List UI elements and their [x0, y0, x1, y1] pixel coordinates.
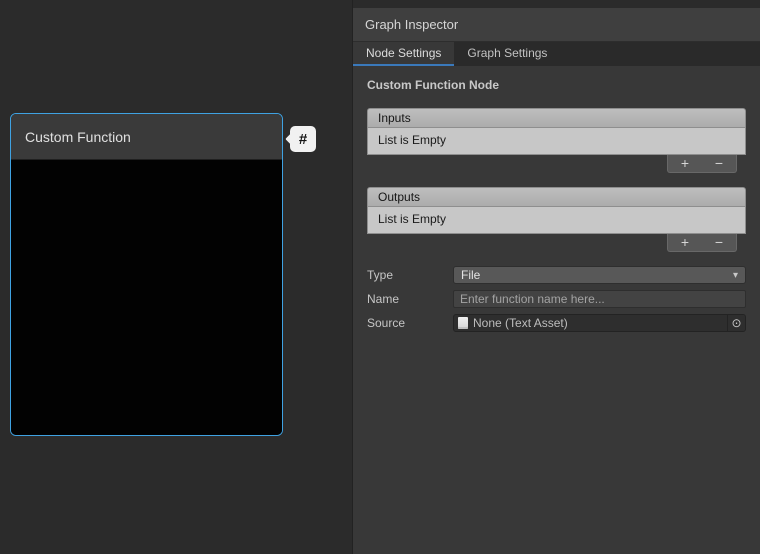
tab-bar: Node Settings Graph Settings [353, 42, 760, 66]
inputs-empty-row: List is Empty [368, 132, 745, 149]
inputs-list-footer: + − [367, 155, 746, 174]
add-input-button[interactable]: + [671, 156, 699, 171]
outputs-list-body: List is Empty [367, 207, 746, 234]
type-dropdown-value: File [461, 268, 733, 282]
type-field-row: Type File ▾ [367, 266, 746, 284]
chevron-down-icon: ▾ [733, 270, 738, 281]
inputs-list-buttons: + − [667, 155, 737, 173]
remove-output-button[interactable]: − [705, 235, 733, 250]
name-field-row: Name [367, 290, 746, 308]
object-picker-icon[interactable]: ⊙ [727, 315, 745, 331]
node-title: Custom Function [25, 129, 131, 145]
outputs-list-header: Outputs [367, 187, 746, 207]
node-preview-area [11, 160, 282, 435]
outputs-list-title: Outputs [378, 190, 420, 204]
tab-graph-settings-label: Graph Settings [467, 46, 547, 60]
type-dropdown[interactable]: File ▾ [453, 266, 746, 284]
tab-node-settings[interactable]: Node Settings [353, 42, 454, 66]
inputs-list: Inputs List is Empty + − [367, 108, 746, 174]
add-output-button[interactable]: + [671, 235, 699, 250]
outputs-empty-row: List is Empty [368, 211, 745, 228]
graph-inspector-panel: Graph Inspector Node Settings Graph Sett… [352, 0, 760, 554]
remove-input-button[interactable]: − [705, 156, 733, 171]
source-label: Source [367, 316, 453, 330]
outputs-list-footer: + − [367, 234, 746, 253]
outputs-list: Outputs List is Empty + − [367, 187, 746, 253]
hash-badge-label: # [299, 131, 307, 148]
text-asset-icon [458, 317, 468, 329]
type-label: Type [367, 268, 453, 282]
section-title: Custom Function Node [367, 78, 746, 92]
panel-title: Graph Inspector [365, 17, 458, 32]
tab-graph-settings[interactable]: Graph Settings [454, 42, 560, 66]
tab-node-settings-label: Node Settings [366, 46, 441, 60]
custom-function-node[interactable]: Custom Function [10, 113, 283, 436]
panel-header[interactable]: Graph Inspector [353, 8, 760, 42]
source-field-row: Source None (Text Asset) ⊙ [367, 314, 746, 332]
source-object-value: None (Text Asset) [473, 316, 727, 330]
node-settings-content: Custom Function Node Inputs List is Empt… [353, 66, 760, 554]
source-object-field[interactable]: None (Text Asset) ⊙ [453, 314, 746, 332]
function-name-input[interactable] [453, 290, 746, 308]
inputs-list-body: List is Empty [367, 128, 746, 155]
name-label: Name [367, 292, 453, 306]
hash-badge[interactable]: # [290, 126, 316, 152]
node-title-bar[interactable]: Custom Function [11, 114, 282, 160]
inputs-list-header: Inputs [367, 108, 746, 128]
graph-canvas[interactable]: Custom Function # [0, 0, 352, 554]
inputs-list-title: Inputs [378, 111, 411, 125]
panel-top-strip [353, 0, 760, 8]
outputs-list-buttons: + − [667, 234, 737, 252]
